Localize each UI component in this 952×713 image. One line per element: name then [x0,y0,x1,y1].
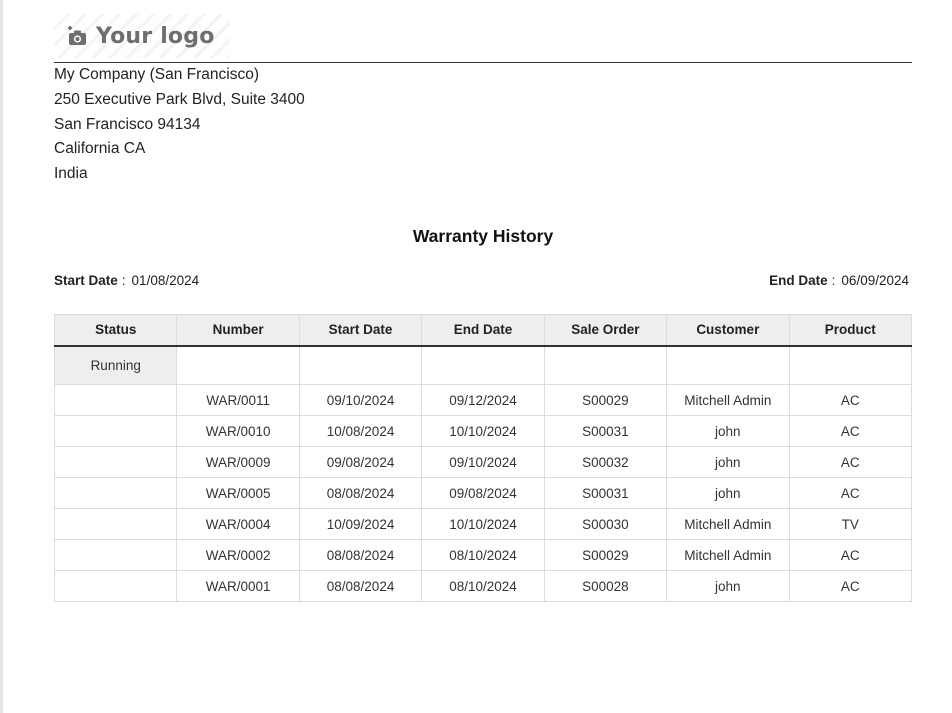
company-country: India [54,165,88,183]
product-cell: AC [788,539,913,571]
column-header-number: Number [176,314,300,347]
start-date-cell: 08/08/2024 [298,539,423,571]
start-date-cell: 08/08/2024 [298,477,423,509]
table-row: WAR/0001 08/08/2024 08/10/2024 S00028 jo… [53,570,913,602]
start-date-label: Start Date [54,273,118,288]
table-row: WAR/0005 08/08/2024 09/08/2024 S00031 jo… [53,477,913,509]
product-cell: AC [788,446,913,478]
table-cell [788,345,913,385]
table-cell [176,345,300,385]
product-cell: TV [788,508,913,540]
report-title: Warranty History [412,226,554,246]
end-date-label: End Date [769,273,828,288]
table-row: WAR/0002 08/08/2024 08/10/2024 S00029 Mi… [53,539,913,571]
status-cell [53,415,178,447]
sale-order-cell: S00029 [543,384,668,416]
number-cell: WAR/0011 [176,384,300,416]
end-date-cell: 08/10/2024 [421,570,545,602]
number-cell: WAR/0004 [176,508,300,540]
status-cell [53,508,178,540]
number-cell: WAR/0001 [176,570,300,602]
column-header-sale-order: Sale Order [543,314,668,347]
customer-cell: Mitchell Admin [666,539,790,571]
company-street: 250 Executive Park Blvd, Suite 3400 [54,90,305,108]
number-cell: WAR/0009 [176,446,300,478]
table-cell [543,345,668,385]
table-header-row: Status Number Start Date End Date Sale O… [53,314,913,347]
start-date-cell: 09/08/2024 [298,446,423,478]
customer-cell: john [666,446,790,478]
status-cell [53,446,178,478]
warranty-table: Status Number Start Date End Date Sale O… [53,314,913,602]
sale-order-cell: S00030 [543,508,668,540]
table-row: WAR/0004 10/09/2024 10/10/2024 S00030 Mi… [53,508,913,540]
column-header-end-date: End Date [421,314,545,347]
company-logo: Your logo [54,14,230,58]
status-cell [53,570,178,602]
start-date-cell: 08/08/2024 [298,570,423,602]
number-cell: WAR/0002 [176,539,300,571]
end-date-cell: 08/10/2024 [421,539,545,571]
table-cell [666,345,790,385]
table-cell [421,345,545,385]
column-header-customer: Customer [666,314,790,347]
customer-cell: Mitchell Admin [666,384,790,416]
end-date-cell: 09/12/2024 [421,384,545,416]
end-date-cell: 09/08/2024 [421,477,545,509]
sale-order-cell: S00029 [543,539,668,571]
status-group-row: Running [53,345,913,385]
status-cell [53,477,178,509]
report-page: Your logo My Company (San Francisco) 250… [0,0,952,713]
end-date-separator: : [831,273,836,288]
end-date-cell: 10/10/2024 [421,508,545,540]
customer-cell: john [666,477,790,509]
column-header-start-date: Start Date [298,314,423,347]
company-address: My Company (San Francisco) 250 Executive… [54,63,305,187]
sale-order-cell: S00028 [543,570,668,602]
status-cell [53,384,178,416]
product-cell: AC [788,415,913,447]
customer-cell: john [666,415,790,447]
table-row: WAR/0009 09/08/2024 09/10/2024 S00032 jo… [53,446,913,478]
start-date-cell: 10/09/2024 [298,508,423,540]
camera-plus-icon [66,26,88,46]
column-header-product: Product [788,314,913,347]
number-cell: WAR/0010 [176,415,300,447]
sale-order-cell: S00031 [543,415,668,447]
table-row: WAR/0011 09/10/2024 09/12/2024 S00029 Mi… [53,384,913,416]
customer-cell: john [666,570,790,602]
customer-cell: Mitchell Admin [666,508,790,540]
start-date-cell: 09/10/2024 [298,384,423,416]
number-cell: WAR/0005 [176,477,300,509]
end-date-cell: 10/10/2024 [421,415,545,447]
sale-order-cell: S00031 [543,477,668,509]
start-date-field: Start Date:01/08/2024 [54,273,199,288]
status-cell [53,539,178,571]
product-cell: AC [788,570,913,602]
start-date-value: 01/08/2024 [131,273,200,288]
company-city: San Francisco 94134 [54,115,201,133]
company-state: California CA [54,140,146,158]
product-cell: AC [788,384,913,416]
table-row: WAR/0010 10/08/2024 10/10/2024 S00031 jo… [53,415,913,447]
company-name: My Company (San Francisco) [54,66,260,83]
end-date-value: 06/09/2024 [841,273,909,288]
sale-order-cell: S00032 [543,446,668,478]
start-date-separator: : [121,273,126,288]
start-date-cell: 10/08/2024 [298,415,423,447]
end-date-cell: 09/10/2024 [421,446,545,478]
end-date-field: End Date:06/09/2024 [769,273,909,288]
table-cell [298,345,423,385]
status-group-label: Running [53,345,178,385]
logo-text: Your logo [96,23,215,49]
column-header-status: Status [53,314,178,347]
product-cell: AC [788,477,913,509]
